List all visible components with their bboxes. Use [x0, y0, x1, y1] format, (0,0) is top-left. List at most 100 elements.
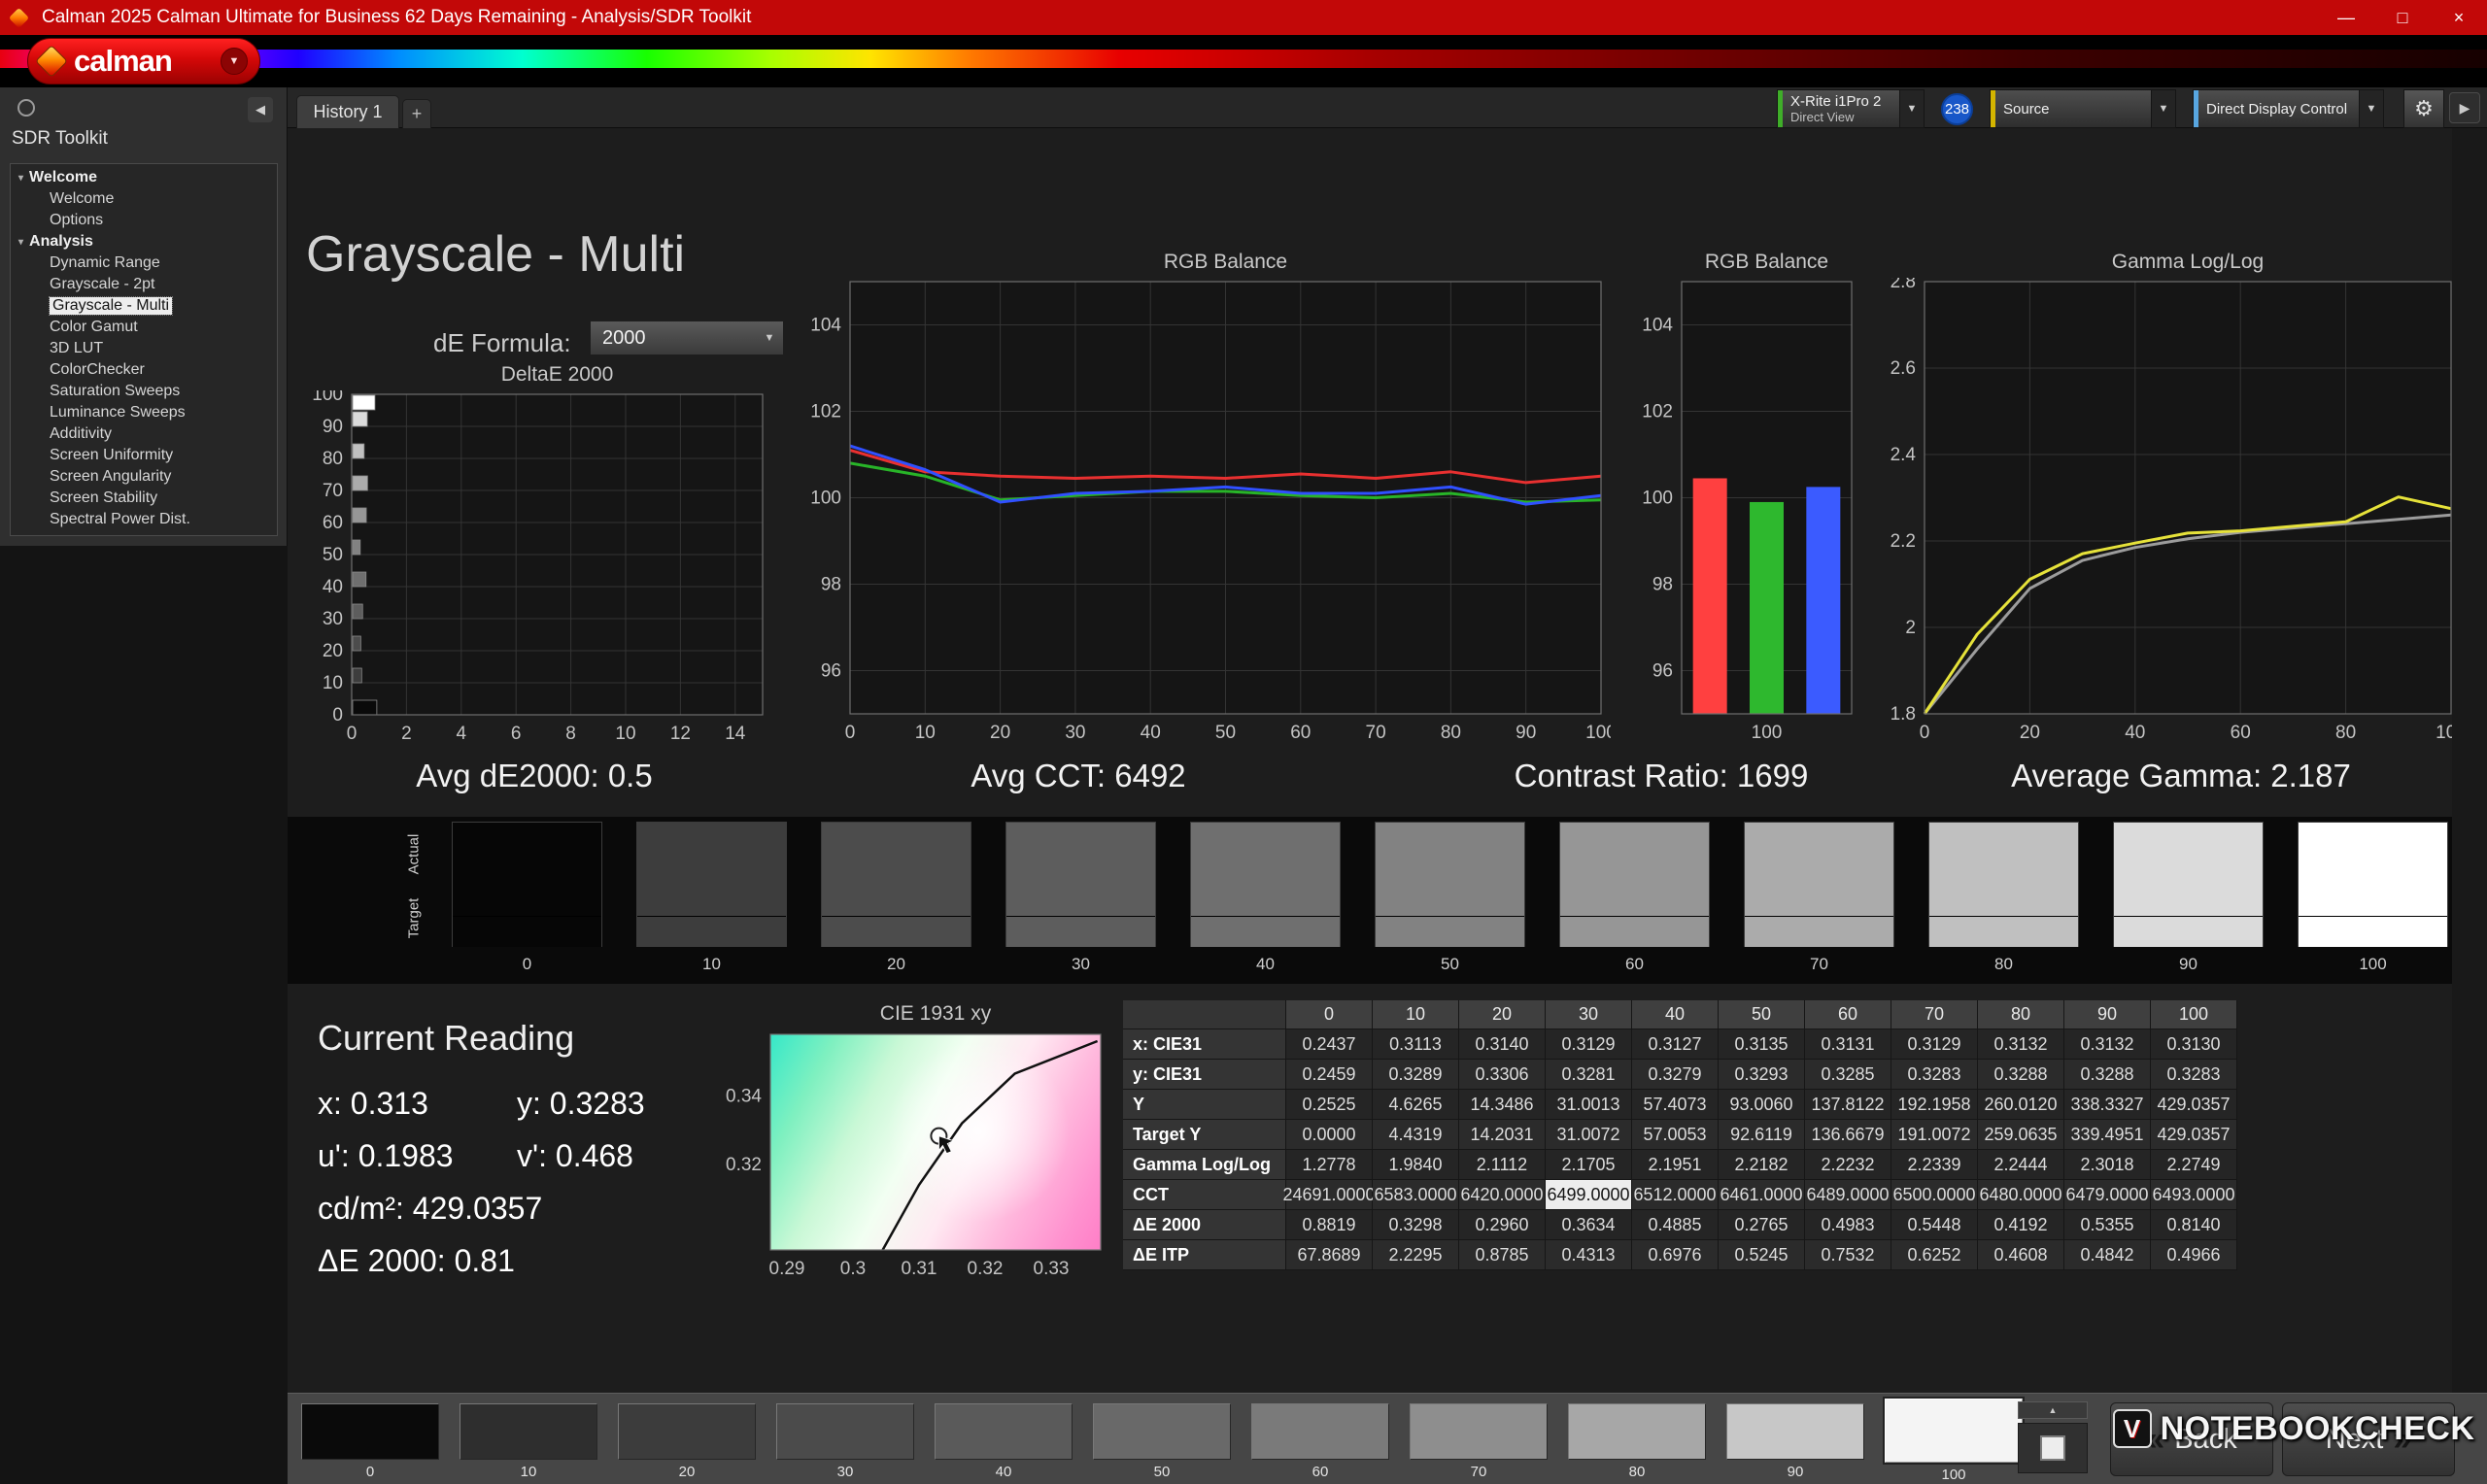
sidebar-item-screen-stability[interactable]: Screen Stability — [11, 488, 277, 509]
swatch-target-region — [1929, 916, 2078, 947]
sidebar-item-screen-angularity[interactable]: Screen Angularity — [11, 466, 277, 488]
patch-level-90[interactable]: 90 — [1726, 1403, 1864, 1483]
current-reading-title: Current Reading — [318, 1018, 574, 1059]
table-cell: 0.3281 — [1546, 1060, 1632, 1090]
display-control-selector[interactable]: Direct Display Control ▼ — [2193, 89, 2384, 128]
table-cell: 2.2444 — [1978, 1150, 2064, 1180]
back-button[interactable]: « Back — [2110, 1402, 2273, 1476]
settings-gear-button[interactable]: ⚙ — [2403, 89, 2444, 128]
sidebar-item-grayscale-multi[interactable]: Grayscale - Multi — [11, 295, 277, 317]
de-formula-select[interactable]: 2000 ▼ — [590, 320, 784, 355]
next-chevron-icon: » — [2393, 1423, 2411, 1456]
table-cell: 57.4073 — [1632, 1090, 1719, 1120]
sidebar-item-screen-uniformity[interactable]: Screen Uniformity — [11, 445, 277, 466]
table-cell: 0.4608 — [1978, 1240, 2064, 1270]
swatch-level-label: 100 — [2298, 955, 2448, 974]
sidebar-item-analysis[interactable]: ▾Analysis — [11, 231, 277, 253]
patch-color — [1410, 1403, 1548, 1460]
avg-gamma-stat: Average Gamma: 2.187 — [1953, 758, 2409, 794]
table-row: Target Y0.00004.431914.203131.007257.005… — [1123, 1120, 2237, 1150]
patch-level-100[interactable]: 100 — [1885, 1403, 2023, 1483]
sidebar-item-label: Screen Angularity — [50, 468, 171, 486]
patch-level-0[interactable]: 0 — [301, 1403, 439, 1483]
swatch-target-region — [453, 916, 601, 947]
patch-level-10[interactable]: 10 — [460, 1403, 597, 1483]
svg-text:60: 60 — [323, 513, 343, 533]
sidebar-item-options[interactable]: Options — [11, 210, 277, 231]
minimize-button[interactable]: — — [2318, 0, 2374, 35]
svg-text:0: 0 — [1920, 723, 1930, 743]
collapse-sidebar-button[interactable]: ◀ — [248, 97, 273, 122]
patch-level-20[interactable]: 20 — [618, 1403, 756, 1483]
patch-level-30[interactable]: 30 — [776, 1403, 914, 1483]
swatch-level-label: 70 — [1744, 955, 1894, 974]
expander-icon[interactable]: ▾ — [18, 237, 23, 248]
close-button[interactable]: × — [2431, 0, 2487, 35]
next-button[interactable]: Next » — [2282, 1402, 2455, 1476]
sidebar-item-color-gamut[interactable]: Color Gamut — [11, 317, 277, 338]
sidebar-item-label: 3D LUT — [50, 340, 103, 357]
meter-name: X-Rite i1Pro 2 — [1790, 93, 1891, 110]
calman-gem-icon — [35, 45, 68, 78]
calman-menu-caret-icon[interactable]: ▼ — [221, 48, 248, 75]
table-cell: 14.2031 — [1459, 1120, 1546, 1150]
sidebar-item-welcome[interactable]: Welcome — [11, 188, 277, 210]
table-cell: 6512.0000 — [1632, 1180, 1719, 1210]
patch-level-70[interactable]: 70 — [1410, 1403, 1548, 1483]
tab-history-1[interactable]: History 1 — [296, 95, 399, 128]
add-tab-button[interactable]: + — [402, 99, 431, 128]
sidebar-item-3d-lut[interactable]: 3D LUT — [11, 338, 277, 359]
svg-text:90: 90 — [1516, 723, 1536, 743]
sidebar-item-grayscale-2pt[interactable]: Grayscale - 2pt — [11, 274, 277, 295]
grayscale-swatch-strip: Actual Target 0102030405060708090100 — [288, 817, 2452, 984]
swatch-level-label: 80 — [1928, 955, 2079, 974]
table-cell: 0.3306 — [1459, 1060, 1546, 1090]
table-cell: 0.4192 — [1978, 1210, 2064, 1240]
sidebar-item-saturation-sweeps[interactable]: Saturation Sweeps — [11, 381, 277, 402]
table-row-label: Y — [1123, 1090, 1286, 1120]
calman-menu-button[interactable]: calman ▼ — [27, 38, 260, 84]
table-cell: 6461.0000 — [1719, 1180, 1805, 1210]
pattern-window-button[interactable] — [2018, 1423, 2088, 1473]
patch-level-50[interactable]: 50 — [1093, 1403, 1231, 1483]
sidebar-item-luminance-sweeps[interactable]: Luminance Sweeps — [11, 402, 277, 423]
sidebar-item-label: Dynamic Range — [50, 254, 160, 272]
swatch-level-label: 60 — [1559, 955, 1710, 974]
svg-text:98: 98 — [1652, 575, 1673, 595]
table-cell: 0.3634 — [1546, 1210, 1632, 1240]
sidebar-item-dynamic-range[interactable]: Dynamic Range — [11, 253, 277, 274]
svg-text:104: 104 — [810, 316, 841, 336]
sidebar-item-spectral-power-dist[interactable]: Spectral Power Dist. — [11, 509, 277, 530]
patch-level-40[interactable]: 40 — [935, 1403, 1073, 1483]
maximize-button[interactable]: □ — [2374, 0, 2431, 35]
source-selector[interactable]: Source ▼ — [1990, 89, 2176, 128]
swatch-color — [1928, 822, 2079, 947]
rgb-balance-bars-title: RGB Balance — [1682, 251, 1852, 274]
table-cell: 136.6679 — [1805, 1120, 1891, 1150]
collapse-right-panel-button[interactable]: ▶ — [2449, 92, 2480, 123]
table-cell: 2.1951 — [1632, 1150, 1719, 1180]
svg-text:10: 10 — [615, 724, 635, 744]
sidebar-menu-icon[interactable] — [17, 99, 35, 117]
table-cell: 0.3127 — [1632, 1029, 1719, 1060]
pattern-scroll-up-button[interactable]: ▲ — [2018, 1401, 2088, 1419]
meter-selector[interactable]: X-Rite i1Pro 2 Direct View ▼ — [1777, 89, 1925, 128]
patch-color — [301, 1403, 439, 1460]
main-content: Grayscale - Multi dE Formula: 2000 ▼ Del… — [288, 128, 2452, 1393]
swatch-target-region — [1376, 916, 1524, 947]
table-cell: 0.2765 — [1719, 1210, 1805, 1240]
patch-color — [460, 1403, 597, 1460]
grayscale-swatch-0: 0 — [452, 822, 602, 974]
expander-icon[interactable]: ▾ — [18, 173, 23, 184]
sidebar-item-colorchecker[interactable]: ColorChecker — [11, 359, 277, 381]
sidebar-item-welcome[interactable]: ▾Welcome — [11, 167, 277, 188]
patch-level-80[interactable]: 80 — [1568, 1403, 1706, 1483]
grayscale-swatch-60: 60 — [1559, 822, 1710, 974]
patch-level-label: 100 — [1885, 1467, 2023, 1483]
swatch-target-region — [2299, 916, 2447, 947]
sidebar-item-additivity[interactable]: Additivity — [11, 423, 277, 445]
patch-level-60[interactable]: 60 — [1251, 1403, 1389, 1483]
table-cell: 93.0060 — [1719, 1090, 1805, 1120]
table-cell: 2.2232 — [1805, 1150, 1891, 1180]
meter-count-badge[interactable]: 238 — [1941, 93, 1973, 125]
